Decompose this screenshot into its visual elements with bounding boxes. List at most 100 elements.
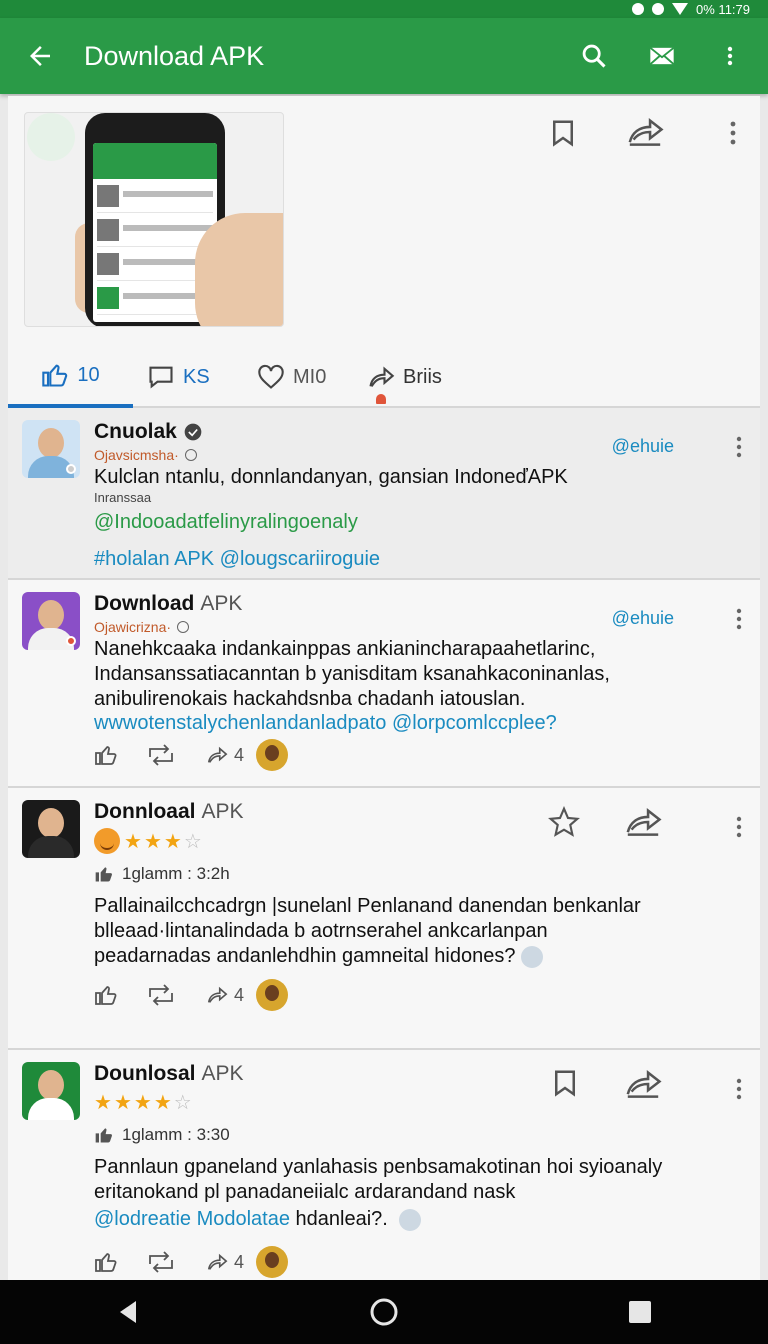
like-button[interactable] — [94, 983, 118, 1007]
avatar[interactable] — [22, 420, 80, 478]
repost-button[interactable] — [146, 1250, 176, 1274]
post-text: Nanehkcaaka indankainppas ankianincharap… — [94, 638, 610, 710]
post-text: Pallainailcchcadrgn |sunelanl Penlanand … — [94, 895, 641, 968]
more-vert-icon — [736, 436, 742, 458]
repost-button[interactable] — [146, 743, 176, 767]
media-thumbnail[interactable] — [24, 112, 284, 327]
avatar[interactable] — [22, 592, 80, 650]
app-bar: Download APK — [0, 18, 768, 94]
hand-image-right — [195, 213, 283, 326]
post-subtitle: Ojawicrizna· — [94, 619, 666, 635]
globe-icon — [521, 945, 544, 968]
reactor-avatar[interactable] — [256, 739, 289, 771]
heart-icon — [258, 364, 284, 389]
heart-reaction[interactable]: MI0 — [243, 346, 353, 408]
star-outline-icon — [548, 805, 580, 837]
status-bar: 0% 11:79 — [0, 0, 768, 18]
thumbs-up-icon — [95, 746, 117, 765]
status-text: 0% 11:79 — [696, 1, 750, 17]
like-button[interactable] — [94, 743, 118, 767]
post-more-button[interactable] — [732, 436, 746, 463]
share-button[interactable]: 4 — [204, 1251, 244, 1273]
avatar[interactable] — [22, 800, 80, 858]
status-icons — [632, 3, 689, 15]
post-more-button[interactable] — [732, 1078, 746, 1105]
share-icon — [626, 1070, 662, 1098]
post-handle[interactable]: @ehuie — [612, 608, 674, 629]
comment-reaction[interactable]: KS — [133, 346, 243, 408]
post-mention[interactable]: @lodreatie Modolatae — [94, 1208, 290, 1230]
post-text: Pannlaun gpaneland yanlahasis penbsamako… — [94, 1156, 663, 1203]
online-status-dot — [66, 464, 76, 474]
post-actions: 4 — [94, 739, 666, 771]
back-button[interactable] — [0, 18, 80, 94]
share-button[interactable]: 4 — [204, 744, 244, 766]
share-icon — [207, 986, 228, 1003]
card-more-button[interactable] — [726, 120, 740, 151]
smiley-icon — [94, 828, 120, 854]
share-reaction[interactable]: Briis — [353, 346, 473, 408]
post-mention[interactable]: @Indooadatfelinyralingoenaly — [94, 511, 666, 534]
share-button[interactable] — [624, 1068, 662, 1105]
post-link[interactable]: wwwotenstalychenlandanladpato @lorpcomlc… — [94, 712, 666, 735]
verified-badge-icon — [184, 423, 202, 441]
post-subtitle: Ojavsicmsha· — [94, 447, 666, 463]
overflow-menu-button[interactable] — [702, 28, 758, 84]
post-author[interactable]: Cnuolak — [94, 420, 666, 444]
share-button[interactable] — [624, 806, 662, 843]
nav-home-button[interactable] — [352, 1280, 416, 1344]
share-icon — [369, 366, 395, 387]
more-vert-icon — [736, 608, 742, 630]
notification-dot — [376, 394, 386, 404]
post-card[interactable]: Donnloaal APK ★ ★ ★ ☆ 1glamm : 3:2h Pall… — [8, 788, 760, 1050]
like-reaction[interactable]: 10 — [8, 346, 133, 408]
post-card[interactable]: Cnuolak Ojavsicmsha· Kulclan ntanlu, don… — [8, 408, 760, 580]
repost-button[interactable] — [146, 983, 176, 1007]
post-text: Kulclan ntanlu, donnlandanyan, gansian I… — [94, 466, 568, 488]
nav-back-button[interactable] — [96, 1280, 160, 1344]
mail-button[interactable] — [634, 28, 690, 84]
bookmark-button[interactable] — [548, 118, 578, 153]
star-rating: ★ ★ ★ ★ ☆ — [94, 1090, 666, 1115]
share-icon — [626, 808, 662, 836]
share-icon — [628, 118, 664, 146]
like-button[interactable] — [94, 1250, 118, 1274]
bookmark-button[interactable] — [550, 1068, 580, 1103]
search-button[interactable] — [566, 28, 622, 84]
share-icon — [207, 1253, 228, 1270]
post-hashtags[interactable]: #holalan APK @lougscariiroguie — [94, 548, 666, 571]
bookmark-icon — [555, 1070, 575, 1097]
post-handle[interactable]: @ehuie — [612, 436, 674, 457]
star-rating: ★ ★ ★ ☆ — [94, 828, 666, 854]
star-icon: ★ — [124, 830, 142, 853]
post-author[interactable]: Download APK — [94, 592, 666, 616]
share-button[interactable]: 4 — [204, 984, 244, 1006]
star-icon: ★ — [153, 1092, 172, 1114]
globe-icon — [399, 1208, 422, 1231]
post-meta: 1glamm : 3:2h — [94, 864, 666, 884]
star-icon: ★ — [113, 1092, 132, 1114]
star-icon: ★ — [133, 1092, 152, 1114]
more-vert-icon — [736, 1078, 742, 1100]
share-icon — [207, 746, 228, 763]
more-vert-icon — [727, 46, 733, 66]
post-card[interactable]: Download APK Ojawicrizna· Nanehkcaaka in… — [8, 580, 760, 788]
nav-recents-button[interactable] — [608, 1280, 672, 1344]
avatar[interactable] — [22, 1062, 80, 1120]
repost-icon — [149, 1251, 173, 1273]
recents-square-icon — [629, 1301, 651, 1323]
post-author[interactable]: Donnloaal APK — [94, 800, 666, 824]
post-more-button[interactable] — [732, 608, 746, 635]
post-author[interactable]: Dounlosal APK — [94, 1062, 666, 1086]
favorite-button[interactable] — [548, 805, 580, 843]
share-button[interactable] — [626, 116, 664, 153]
online-status-dot — [66, 636, 76, 646]
system-nav-bar — [0, 1280, 768, 1344]
reactor-avatar[interactable] — [256, 979, 289, 1011]
post-more-button[interactable] — [732, 816, 746, 843]
post-card[interactable]: Dounlosal APK ★ ★ ★ ★ ☆ 1glamm : 3:30 Pa… — [8, 1050, 760, 1280]
post-actions: 4 — [94, 979, 666, 1011]
media-card: 10 KS MI0 Briis — [8, 96, 760, 408]
reactor-avatar[interactable] — [256, 1246, 289, 1278]
feed[interactable]: 10 KS MI0 Briis Cnuolak Ojavsicmsha· Kul… — [8, 96, 760, 1280]
